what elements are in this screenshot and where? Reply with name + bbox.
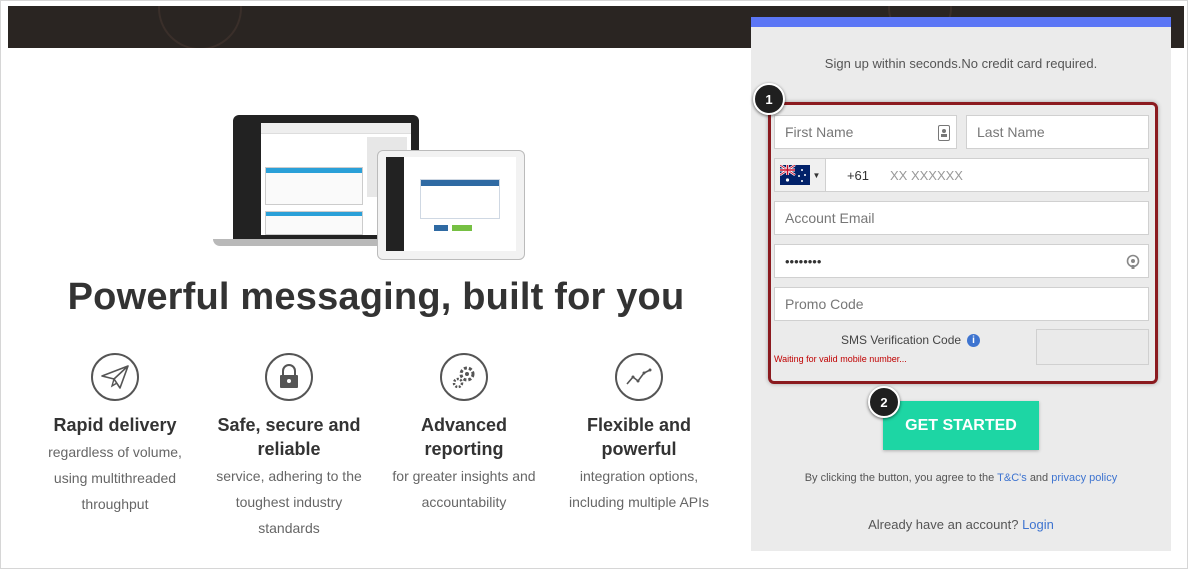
chevron-down-icon: ▼ xyxy=(812,170,821,180)
password-field[interactable]: •••••••• xyxy=(774,244,1149,278)
panel-accent-bar xyxy=(751,17,1171,27)
feature-desc: toughest industry xyxy=(235,494,343,510)
feature-title: Safe, secure and xyxy=(217,415,361,435)
feature-desc: including multiple APIs xyxy=(568,494,710,510)
feature-desc: for greater insights and xyxy=(392,468,536,484)
tablet-image xyxy=(377,150,525,260)
australia-flag-icon xyxy=(779,165,810,185)
sms-code-input[interactable] xyxy=(1036,329,1149,365)
feature-desc: throughput xyxy=(81,496,149,512)
dial-code: +61 xyxy=(846,167,870,183)
banner-decoration xyxy=(158,6,242,48)
login-prompt: Already have an account? Login xyxy=(751,517,1171,532)
step-marker-2: 2 xyxy=(868,386,900,418)
feature-flexible: Flexible and powerful integration option… xyxy=(551,353,727,515)
feature-secure: Safe, secure and reliable service, adher… xyxy=(201,353,377,541)
last-name-field[interactable]: Last Name xyxy=(966,115,1149,149)
get-started-button[interactable]: GET STARTED xyxy=(883,401,1039,450)
feature-rapid-delivery: Rapid delivery regardless of volume, usi… xyxy=(27,353,203,517)
padlock-icon xyxy=(265,353,313,401)
privacy-policy-link[interactable]: privacy policy xyxy=(1051,472,1117,484)
gears-icon xyxy=(440,353,488,401)
feature-desc: integration options, xyxy=(579,468,699,484)
devices-illustration xyxy=(213,113,525,261)
signup-tagline: Sign up within seconds.No credit card re… xyxy=(824,56,1098,71)
promo-code-field[interactable]: Promo Code xyxy=(774,287,1149,321)
first-name-placeholder: First Name xyxy=(785,124,854,140)
phone-field[interactable]: ▼ +61 XX XXXXXX xyxy=(774,158,1149,192)
page-frame: Powerful messaging, built for you Rapid … xyxy=(0,0,1188,569)
last-name-placeholder: Last Name xyxy=(977,124,1045,140)
feature-title: reporting xyxy=(424,439,504,459)
feature-reporting: Advanced reporting for greater insights … xyxy=(376,353,552,515)
feature-desc: service, adhering to the xyxy=(216,468,362,484)
feature-title: powerful xyxy=(601,439,677,459)
email-placeholder: Account Email xyxy=(785,210,875,226)
feature-desc: using multithreaded xyxy=(53,470,177,486)
contact-card-icon xyxy=(938,125,950,141)
paper-plane-icon xyxy=(91,353,139,401)
email-field[interactable]: Account Email xyxy=(774,201,1149,235)
chart-line-icon xyxy=(615,353,663,401)
step-marker-1: 1 xyxy=(753,83,785,115)
country-selector[interactable]: ▼ xyxy=(775,159,826,191)
terms-prefix: By clicking the button, you agree to the xyxy=(804,472,995,484)
features-section: Rapid delivery regardless of volume, usi… xyxy=(27,353,727,553)
feature-desc: regardless of volume, xyxy=(48,444,182,460)
feature-title: Advanced xyxy=(420,415,508,435)
signup-form-highlight: First Name Last Name ▼ +61 XX XXXXXX Acc… xyxy=(768,102,1158,384)
promo-code-placeholder: Promo Code xyxy=(785,296,864,312)
first-name-field[interactable]: First Name xyxy=(774,115,957,149)
login-link[interactable]: Login xyxy=(1022,517,1054,532)
password-value: •••••••• xyxy=(785,253,822,269)
sms-status-message: Waiting for valid mobile number... xyxy=(774,354,907,364)
sms-verification-label: SMS Verification Code xyxy=(841,333,962,347)
signup-panel: Sign up within seconds.No credit card re… xyxy=(751,17,1171,551)
feature-title: Flexible and xyxy=(586,415,692,435)
feature-title: reliable xyxy=(257,439,321,459)
sms-verification-label-row: SMS Verification Code i xyxy=(841,333,981,347)
page-headline: Powerful messaging, built for you xyxy=(67,276,685,318)
feature-desc: accountability xyxy=(421,494,507,510)
feature-desc: standards xyxy=(258,520,320,536)
terms-and: and xyxy=(1029,472,1049,484)
phone-placeholder: XX XXXXXX xyxy=(890,167,963,183)
terms-link[interactable]: T&C's xyxy=(997,472,1027,484)
terms-text: By clicking the button, you agree to the… xyxy=(751,472,1171,484)
login-prefix: Already have an account? xyxy=(868,517,1019,532)
feature-title: Rapid delivery xyxy=(53,415,177,435)
info-icon[interactable]: i xyxy=(967,333,981,347)
password-visibility-icon[interactable] xyxy=(1126,254,1140,273)
